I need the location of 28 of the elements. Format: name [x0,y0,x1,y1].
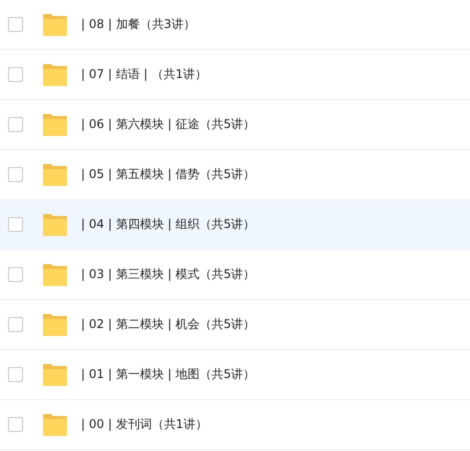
folder-name: | 00 | 发刊词（共1讲） [81,416,208,433]
checkbox[interactable] [8,167,23,182]
folder-icon [43,64,67,86]
folder-icon [43,314,67,336]
folder-name: | 02 | 第二模块 | 机会（共5讲） [81,316,256,333]
checkbox[interactable] [8,367,23,382]
folder-name: | 01 | 第一模块 | 地图（共5讲） [81,366,256,383]
checkbox[interactable] [8,17,23,32]
folder-name: | 04 | 第四模块 | 组织（共5讲） [81,216,256,233]
folder-name: | 03 | 第三模块 | 模式（共5讲） [81,266,256,283]
checkbox[interactable] [8,317,23,332]
checkbox[interactable] [8,267,23,282]
folder-name: | 06 | 第六模块 | 征途（共5讲） [81,116,256,133]
checkbox[interactable] [8,217,23,232]
checkbox[interactable] [8,67,23,82]
folder-icon [43,214,67,236]
folder-icon [43,14,67,36]
folder-name: | 05 | 第五模块 | 借势（共5讲） [81,166,256,183]
folder-icon [43,164,67,186]
folder-icon [43,114,67,136]
checkbox[interactable] [8,117,23,132]
folder-name: | 07 | 结语 | （共1讲） [81,66,208,83]
folder-icon [43,414,67,436]
folder-name: | 08 | 加餐（共3讲） [81,16,196,33]
folder-row[interactable]: | 04 | 第四模块 | 组织（共5讲） [0,200,470,250]
folder-icon [43,364,67,386]
checkbox[interactable] [8,417,23,432]
folder-icon [43,264,67,286]
